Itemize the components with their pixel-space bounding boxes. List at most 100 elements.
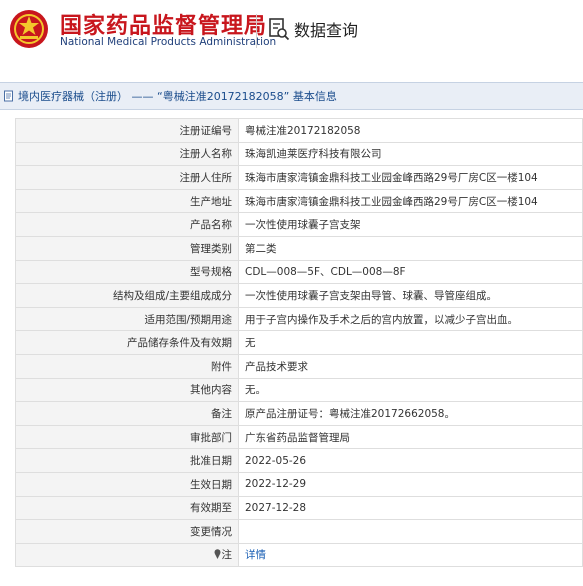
table-row: 审批部门 广东省药品监督管理局: [15, 424, 583, 450]
row-label: 注: [15, 542, 239, 568]
row-value: 无: [238, 330, 583, 355]
table-row: 注册人住所 珠海市唐家湾镇金鼎科技工业园金峰西路29号厂房C区一楼104: [15, 165, 583, 190]
row-value: 2027-12-28: [238, 495, 583, 521]
table-row: 产品储存条件及有效期无: [15, 330, 583, 355]
table-row: 生产地址 珠海市唐家湾镇金鼎科技工业园金峰西路29号厂房C区一楼104: [15, 188, 583, 214]
row-label-text: 变更情况: [190, 525, 232, 538]
row-value-text: 珠海凯迪莱医疗科技有限公司: [245, 148, 382, 161]
table-row: 备注 原产品注册证号：粤械注准20172662058。: [15, 401, 583, 426]
row-label-text: 注册证编号: [179, 124, 233, 137]
row-label-text: 型号规格: [190, 266, 232, 279]
row-label: 注册证编号: [15, 118, 239, 143]
row-value-text: 2027-12-28: [245, 501, 307, 514]
table-row: 注册证编号 粤械注准20172182058: [15, 118, 583, 143]
table-row: 注册人名称 珠海凯迪莱医疗科技有限公司: [15, 141, 583, 167]
row-label: 型号规格: [15, 259, 239, 285]
row-label: 注册人住所: [15, 165, 239, 190]
row-value-text: 一次性使用球囊子宫支架由导管、球囊、导管座组成。: [245, 289, 497, 302]
row-value: [238, 519, 583, 544]
row-label-text: 附件: [211, 360, 232, 373]
header-divider: [256, 14, 257, 48]
table-row: 批准日期 2022-05-26: [15, 448, 583, 473]
document-icon: [4, 90, 13, 102]
table-row: 变更情况: [15, 519, 583, 544]
row-label: 产品名称: [15, 212, 239, 237]
row-value: 珠海凯迪莱医疗科技有限公司: [238, 141, 583, 167]
row-label: 注册人名称: [15, 141, 239, 167]
row-value: 粤械注准20172182058: [238, 118, 583, 143]
row-label: 批准日期: [15, 448, 239, 473]
row-label: 审批部门: [15, 424, 239, 450]
breadcrumb-text: 境内医疗器械（注册） —— “粤械注准20172182058” 基本信息: [18, 90, 337, 103]
site-title-en: National Medical Products Administration: [60, 36, 277, 48]
row-value: 一次性使用球囊子宫支架: [238, 212, 583, 237]
row-value: 广东省药品监督管理局: [238, 424, 583, 450]
row-label: 管理类别: [15, 235, 239, 261]
row-label-text: 适用范围/预期用途: [144, 313, 232, 326]
row-label-text: 管理类别: [190, 242, 232, 255]
row-label-text: 注册人名称: [179, 148, 233, 161]
row-value: 2022-05-26: [238, 448, 583, 473]
row-value: 无。: [238, 377, 583, 403]
row-value-text: 第二类: [245, 242, 277, 255]
row-label: 备注: [15, 401, 239, 426]
row-label: 其他内容: [15, 377, 239, 403]
table-row: 产品名称 一次性使用球囊子宫支架: [15, 212, 583, 237]
row-label-text: 批准日期: [190, 455, 232, 468]
row-value: 用于子宫内操作及手术之后的宫内放置，以减少子宫出血。: [238, 306, 583, 332]
row-value-text: 原产品注册证号：粤械注准20172662058。: [245, 407, 455, 420]
row-value: 珠海市唐家湾镇金鼎科技工业园金峰西路29号厂房C区一楼104: [238, 165, 583, 190]
row-value: 2022-12-29: [238, 471, 583, 497]
row-label-text: 产品名称: [190, 219, 232, 232]
row-label-text: 生效日期: [190, 478, 232, 491]
row-value: 一次性使用球囊子宫支架由导管、球囊、导管座组成。: [238, 283, 583, 308]
data-query-link[interactable]: 数据查询: [268, 14, 358, 44]
row-label-text: 结构及组成/主要组成成分: [112, 289, 232, 302]
row-value: 产品技术要求: [238, 353, 583, 379]
row-label-text: 有效期至: [190, 502, 232, 515]
row-label: 结构及组成/主要组成成分: [15, 283, 239, 308]
row-label-text: 生产地址: [190, 195, 232, 208]
row-label: 变更情况: [15, 519, 239, 544]
row-label: 适用范围/预期用途: [15, 306, 239, 332]
table-row: 结构及组成/主要组成成分 一次性使用球囊子宫支架由导管、球囊、导管座组成。: [15, 283, 583, 308]
table-row: 型号规格 CDL—008—5F、CDL—008—8F: [15, 259, 583, 285]
row-value-text: 广东省药品监督管理局: [245, 431, 350, 444]
row-value-text: 粤械注准20172182058: [245, 124, 361, 137]
row-value-text: 无。: [245, 384, 266, 397]
row-label: 有效期至: [15, 495, 239, 521]
table-row: 附件 产品技术要求: [15, 353, 583, 379]
row-value-text: CDL—008—5F、CDL—008—8F: [245, 266, 406, 279]
row-value: 珠海市唐家湾镇金鼎科技工业园金峰西路29号厂房C区一楼104: [238, 188, 583, 214]
table-row: 管理类别 第二类: [15, 235, 583, 261]
data-query-label: 数据查询: [294, 21, 359, 40]
document-search-icon: [269, 18, 290, 41]
detail-table: 注册证编号 粤械注准20172182058 注册人名称 珠海凯迪莱医疗科技有限公司 注册…: [15, 118, 583, 568]
row-value: 第二类: [238, 235, 583, 261]
row-value-text: 珠海市唐家湾镇金鼎科技工业园金峰西路29号厂房C区一楼104: [245, 171, 538, 184]
row-value-text: 2022-05-26: [245, 454, 307, 467]
row-value-text: 珠海市唐家湾镇金鼎科技工业园金峰西路29号厂房C区一楼104: [245, 195, 538, 208]
row-label: 产品储存条件及有效期: [15, 330, 239, 355]
national-emblem-icon: [10, 10, 48, 48]
row-label-text: 其他内容: [190, 384, 232, 397]
row-label-text: 备注: [211, 407, 232, 420]
table-row: 适用范围/预期用途 用于子宫内操作及手术之后的宫内放置，以减少子宫出血。: [15, 306, 583, 332]
row-value: CDL—008—5F、CDL—008—8F: [238, 259, 583, 285]
row-label-text: 审批部门: [190, 431, 232, 444]
table-row: 其他内容 无。: [15, 377, 583, 403]
row-label: 生效日期: [15, 471, 239, 497]
row-value-text: 产品技术要求: [245, 360, 308, 373]
table-row: 生效日期 2022-12-29: [15, 471, 583, 497]
pin-icon: [214, 549, 220, 560]
site-header: 国家药品监督管理局 National Medical Products Admi…: [0, 0, 583, 68]
row-label-text: 注: [221, 549, 233, 562]
row-label-text: 注册人住所: [179, 171, 233, 184]
table-row: 有效期至 2027-12-28: [15, 495, 583, 521]
row-value-text: 无: [245, 337, 256, 350]
row-value-text: 2022-12-29: [245, 478, 307, 491]
row-value-text: 用于子宫内操作及手术之后的宫内放置，以减少子宫出血。: [245, 313, 518, 326]
row-value: 详情: [238, 542, 583, 568]
details-link[interactable]: 详情: [245, 549, 266, 561]
row-value-text: 一次性使用球囊子宫支架: [245, 219, 361, 232]
